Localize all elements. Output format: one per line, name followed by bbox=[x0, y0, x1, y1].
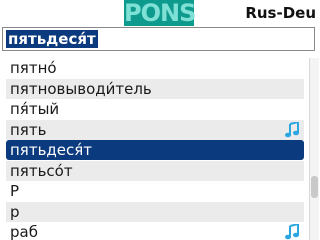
list-item-label: раб bbox=[10, 223, 38, 240]
list-item[interactable]: пятновыводи́тель bbox=[6, 78, 304, 99]
list-item[interactable]: пятно́ bbox=[6, 58, 304, 78]
list-item[interactable]: Р bbox=[6, 181, 304, 201]
list-item-label: р bbox=[10, 202, 20, 221]
audio-note-icon[interactable] bbox=[284, 224, 300, 240]
list-item-label: Р bbox=[10, 182, 20, 200]
list-item[interactable]: пятьсо́т bbox=[6, 160, 304, 181]
list-item[interactable]: пя́тый bbox=[6, 99, 304, 119]
word-list[interactable]: пятно́ пятновыводи́тель пя́тый пять пять… bbox=[6, 58, 304, 240]
search-input-value[interactable]: пятьдеся́т bbox=[6, 30, 98, 48]
list-item-label: пятновыводи́тель bbox=[10, 79, 152, 98]
dictionary-window: PONS Rus-Deu пятьдеся́т пятно́ пятновыво… bbox=[0, 0, 320, 240]
search-input[interactable]: пятьдеся́т bbox=[2, 27, 315, 51]
list-item-label: пятьсо́т bbox=[10, 161, 73, 180]
scrollbar-thumb[interactable] bbox=[311, 176, 318, 198]
audio-note-icon[interactable] bbox=[284, 121, 300, 138]
pons-logo: PONS bbox=[124, 0, 196, 27]
scrollbar[interactable] bbox=[309, 58, 319, 240]
list-item-label: пятьдеся́т bbox=[10, 141, 93, 159]
list-item[interactable]: пять bbox=[6, 119, 304, 140]
language-pair-label[interactable]: Rus-Deu bbox=[245, 4, 316, 22]
list-item[interactable]: р bbox=[6, 201, 304, 222]
list-item-label: пя́тый bbox=[10, 100, 60, 118]
list-item-selected[interactable]: пятьдеся́т bbox=[6, 140, 304, 160]
list-item-label: пятно́ bbox=[10, 59, 57, 77]
list-item-label: пять bbox=[10, 120, 47, 139]
list-item[interactable]: раб bbox=[6, 222, 304, 240]
